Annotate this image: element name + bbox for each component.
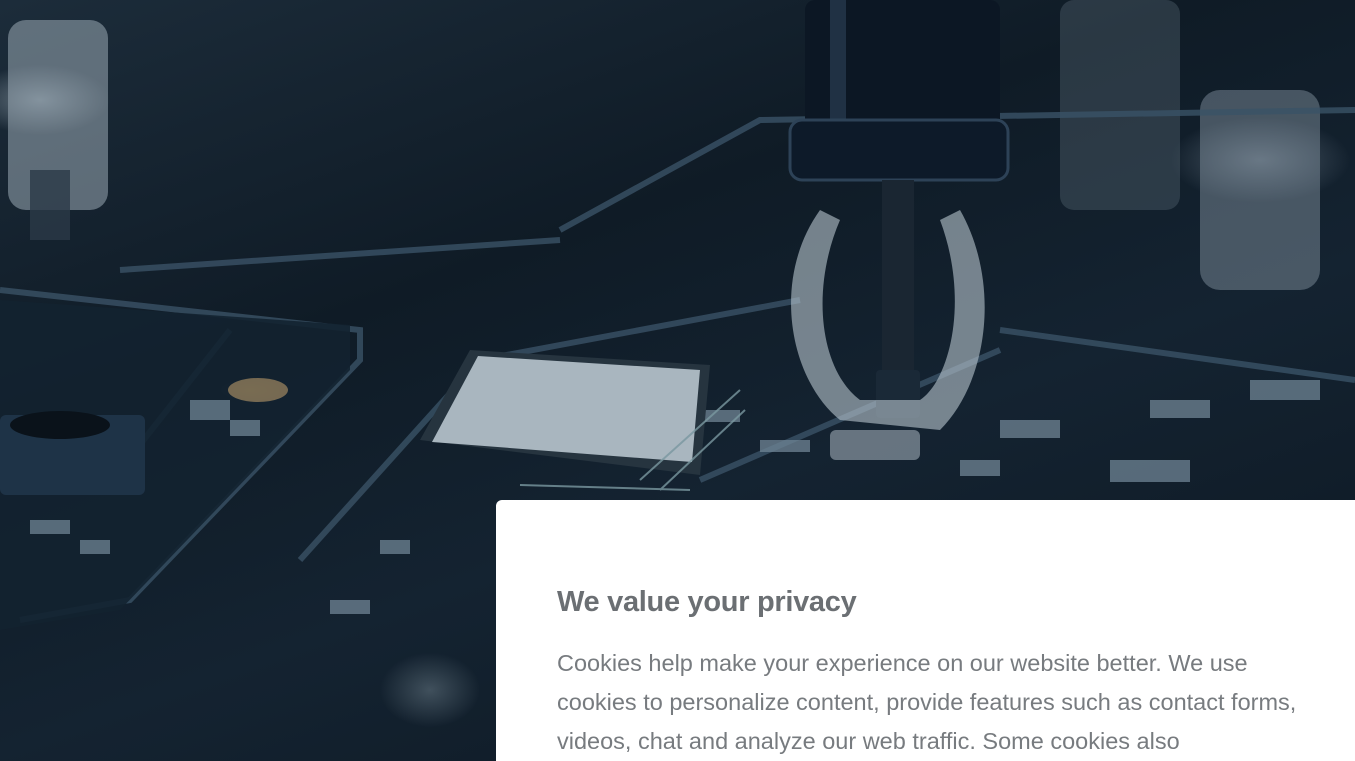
cookie-consent-banner: We value your privacy Cookies help make … <box>496 500 1355 761</box>
page: We value your privacy Cookies help make … <box>0 0 1355 761</box>
robot-arm-shaft <box>882 180 914 380</box>
blurred-component-right-2 <box>1060 0 1180 210</box>
robot-arm-highlight <box>830 0 846 130</box>
gold-pad <box>228 378 288 402</box>
blurred-component-right <box>1200 90 1320 290</box>
cookie-banner-title: We value your privacy <box>557 586 857 618</box>
cookie-banner-description: Cookies help make your experience on our… <box>557 650 1297 754</box>
gripper-pad <box>830 430 920 460</box>
blurred-component-left-base <box>30 170 70 240</box>
capacitor-top <box>10 411 110 439</box>
robot-arm-collar <box>788 118 1010 182</box>
